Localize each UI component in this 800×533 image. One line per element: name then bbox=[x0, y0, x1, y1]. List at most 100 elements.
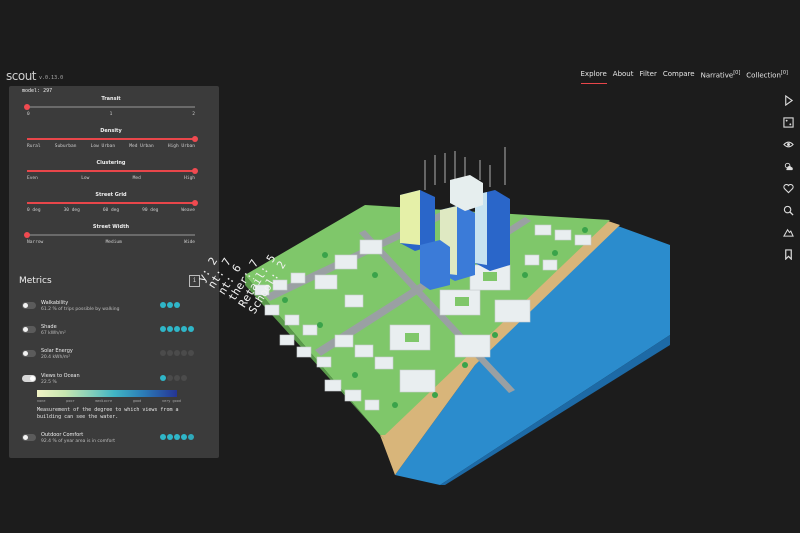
score-dot bbox=[181, 350, 187, 356]
metric-name: Shade bbox=[41, 324, 57, 330]
metric-toggle[interactable] bbox=[22, 375, 36, 382]
slider-ticks: Narrow Medium Wide bbox=[27, 240, 195, 245]
toggle-knob bbox=[23, 303, 28, 308]
tick-label: Med Urban bbox=[129, 144, 154, 149]
slider-ticks: 0 1 2 bbox=[27, 112, 195, 117]
nav-label: Explore bbox=[580, 70, 607, 78]
tick-label: 2 bbox=[192, 112, 195, 117]
legend-label: very good bbox=[161, 399, 181, 403]
tick-label: High bbox=[184, 176, 195, 181]
slider-density[interactable]: Density Rural Suburban Low Urban Med Urban Hi… bbox=[27, 128, 198, 149]
metric-note: Measurement of the degree to which views… bbox=[37, 407, 179, 420]
slider-knob[interactable] bbox=[24, 232, 30, 238]
tick-label: Narrow bbox=[27, 240, 44, 245]
bookmark-icon[interactable] bbox=[781, 248, 795, 261]
version-label: v.0.13.0 bbox=[39, 74, 64, 81]
score-dot bbox=[188, 350, 194, 356]
metric-score bbox=[160, 302, 180, 308]
slider-street-grid[interactable]: Street Grid 0 deg 30 deg 60 deg 90 deg Weave bbox=[27, 192, 198, 213]
nav-filter[interactable]: Filter bbox=[639, 70, 656, 84]
score-dot bbox=[174, 302, 180, 308]
score-dot bbox=[160, 375, 166, 381]
slider-track[interactable] bbox=[27, 136, 198, 142]
metric-toggle[interactable] bbox=[22, 302, 36, 309]
slider-fill bbox=[27, 202, 195, 204]
score-dot bbox=[181, 375, 187, 381]
score-dot bbox=[167, 350, 173, 356]
nav-compare[interactable]: Compare bbox=[663, 70, 695, 84]
views-legend-gradient bbox=[37, 390, 177, 397]
play-icon[interactable] bbox=[781, 94, 795, 107]
metric-toggle[interactable] bbox=[22, 350, 36, 357]
heart-icon[interactable] bbox=[781, 182, 795, 195]
score-dot bbox=[174, 375, 180, 381]
score-dot bbox=[174, 350, 180, 356]
tick-label: Weave bbox=[181, 208, 195, 213]
slider-clustering[interactable]: Clustering Even Low Med High bbox=[27, 160, 198, 181]
tick-label: Wide bbox=[184, 240, 195, 245]
tick-label: Even bbox=[27, 176, 38, 181]
score-dot bbox=[181, 326, 187, 332]
slider-knob[interactable] bbox=[192, 200, 198, 206]
score-dot bbox=[167, 375, 173, 381]
nav-label: Compare bbox=[662, 70, 695, 78]
top-nav: Explore About Filter Compare Narrative[0] Col… bbox=[580, 70, 788, 85]
metric-score bbox=[160, 326, 194, 332]
score-dot bbox=[174, 434, 180, 440]
logo-text: scout bbox=[6, 69, 37, 83]
nav-about[interactable]: About bbox=[613, 70, 634, 84]
score-dot bbox=[174, 326, 180, 332]
nav-label: About bbox=[612, 70, 634, 78]
cloud-sun-icon[interactable] bbox=[781, 160, 795, 173]
metric-value: 22.5 % bbox=[41, 380, 57, 385]
slider-title: Density bbox=[100, 128, 122, 134]
model-label: model: 297 bbox=[22, 88, 53, 94]
slider-track[interactable] bbox=[24, 232, 195, 238]
dice-icon[interactable] bbox=[781, 116, 795, 129]
legend-label: none bbox=[37, 399, 46, 403]
slider-street-width[interactable]: Street Width Narrow Medium Wide bbox=[24, 224, 195, 245]
slider-fill bbox=[27, 170, 195, 172]
nav-explore[interactable]: Explore bbox=[580, 70, 608, 85]
tick-label: Low bbox=[81, 176, 90, 181]
slider-knob[interactable] bbox=[24, 104, 30, 110]
tick-label: High Urban bbox=[167, 144, 195, 149]
nav-label: Narrative bbox=[700, 71, 734, 80]
slider-transit[interactable]: Transit 0 1 2 bbox=[24, 96, 195, 117]
eye-icon[interactable] bbox=[781, 138, 795, 151]
metric-value: 67 kWh/m² bbox=[41, 331, 66, 336]
metric-score bbox=[160, 350, 194, 356]
views-legend-labels: none poor mediocre good very good bbox=[37, 399, 181, 403]
score-dot bbox=[160, 326, 166, 332]
metric-value: 20.4 kWh/m² bbox=[41, 355, 71, 360]
score-dot bbox=[167, 434, 173, 440]
slider-track[interactable] bbox=[27, 200, 198, 206]
nav-narrative[interactable]: Narrative[0] bbox=[701, 70, 741, 84]
slider-track[interactable] bbox=[27, 168, 198, 174]
metric-value: 61.2 % of trips possible by walking bbox=[41, 307, 120, 312]
mountain-icon[interactable] bbox=[781, 226, 795, 239]
legend-label: good bbox=[132, 399, 142, 403]
legend-label: poor bbox=[66, 399, 75, 403]
tick-label: 0 bbox=[27, 112, 30, 117]
score-dot bbox=[167, 326, 173, 332]
metric-toggle[interactable] bbox=[22, 326, 36, 333]
slider-knob[interactable] bbox=[192, 168, 198, 174]
slider-track[interactable] bbox=[24, 104, 195, 110]
slider-ticks: Rural Suburban Low Urban Med Urban High Urba… bbox=[27, 144, 195, 149]
tick-label: 30 deg bbox=[63, 208, 80, 213]
nav-collection[interactable]: Collection[0] bbox=[746, 70, 788, 84]
toggle-knob bbox=[23, 351, 28, 356]
nav-label: Filter bbox=[639, 70, 657, 78]
metric-toggle[interactable] bbox=[22, 434, 36, 441]
search-icon[interactable] bbox=[781, 204, 795, 217]
control-panel: model: 297 Transit 0 1 2 Density Rural Suburba… bbox=[9, 86, 219, 458]
slider-knob[interactable] bbox=[192, 136, 198, 142]
score-dot bbox=[188, 326, 194, 332]
metrics-title: Metrics bbox=[19, 276, 52, 286]
app-logo[interactable]: scout v.0.13.0 bbox=[6, 69, 63, 83]
nav-badge: [0] bbox=[780, 70, 788, 76]
city-3d-view[interactable] bbox=[225, 135, 670, 485]
score-dot bbox=[160, 434, 166, 440]
slider-ticks: 0 deg 30 deg 60 deg 90 deg Weave bbox=[27, 208, 195, 213]
